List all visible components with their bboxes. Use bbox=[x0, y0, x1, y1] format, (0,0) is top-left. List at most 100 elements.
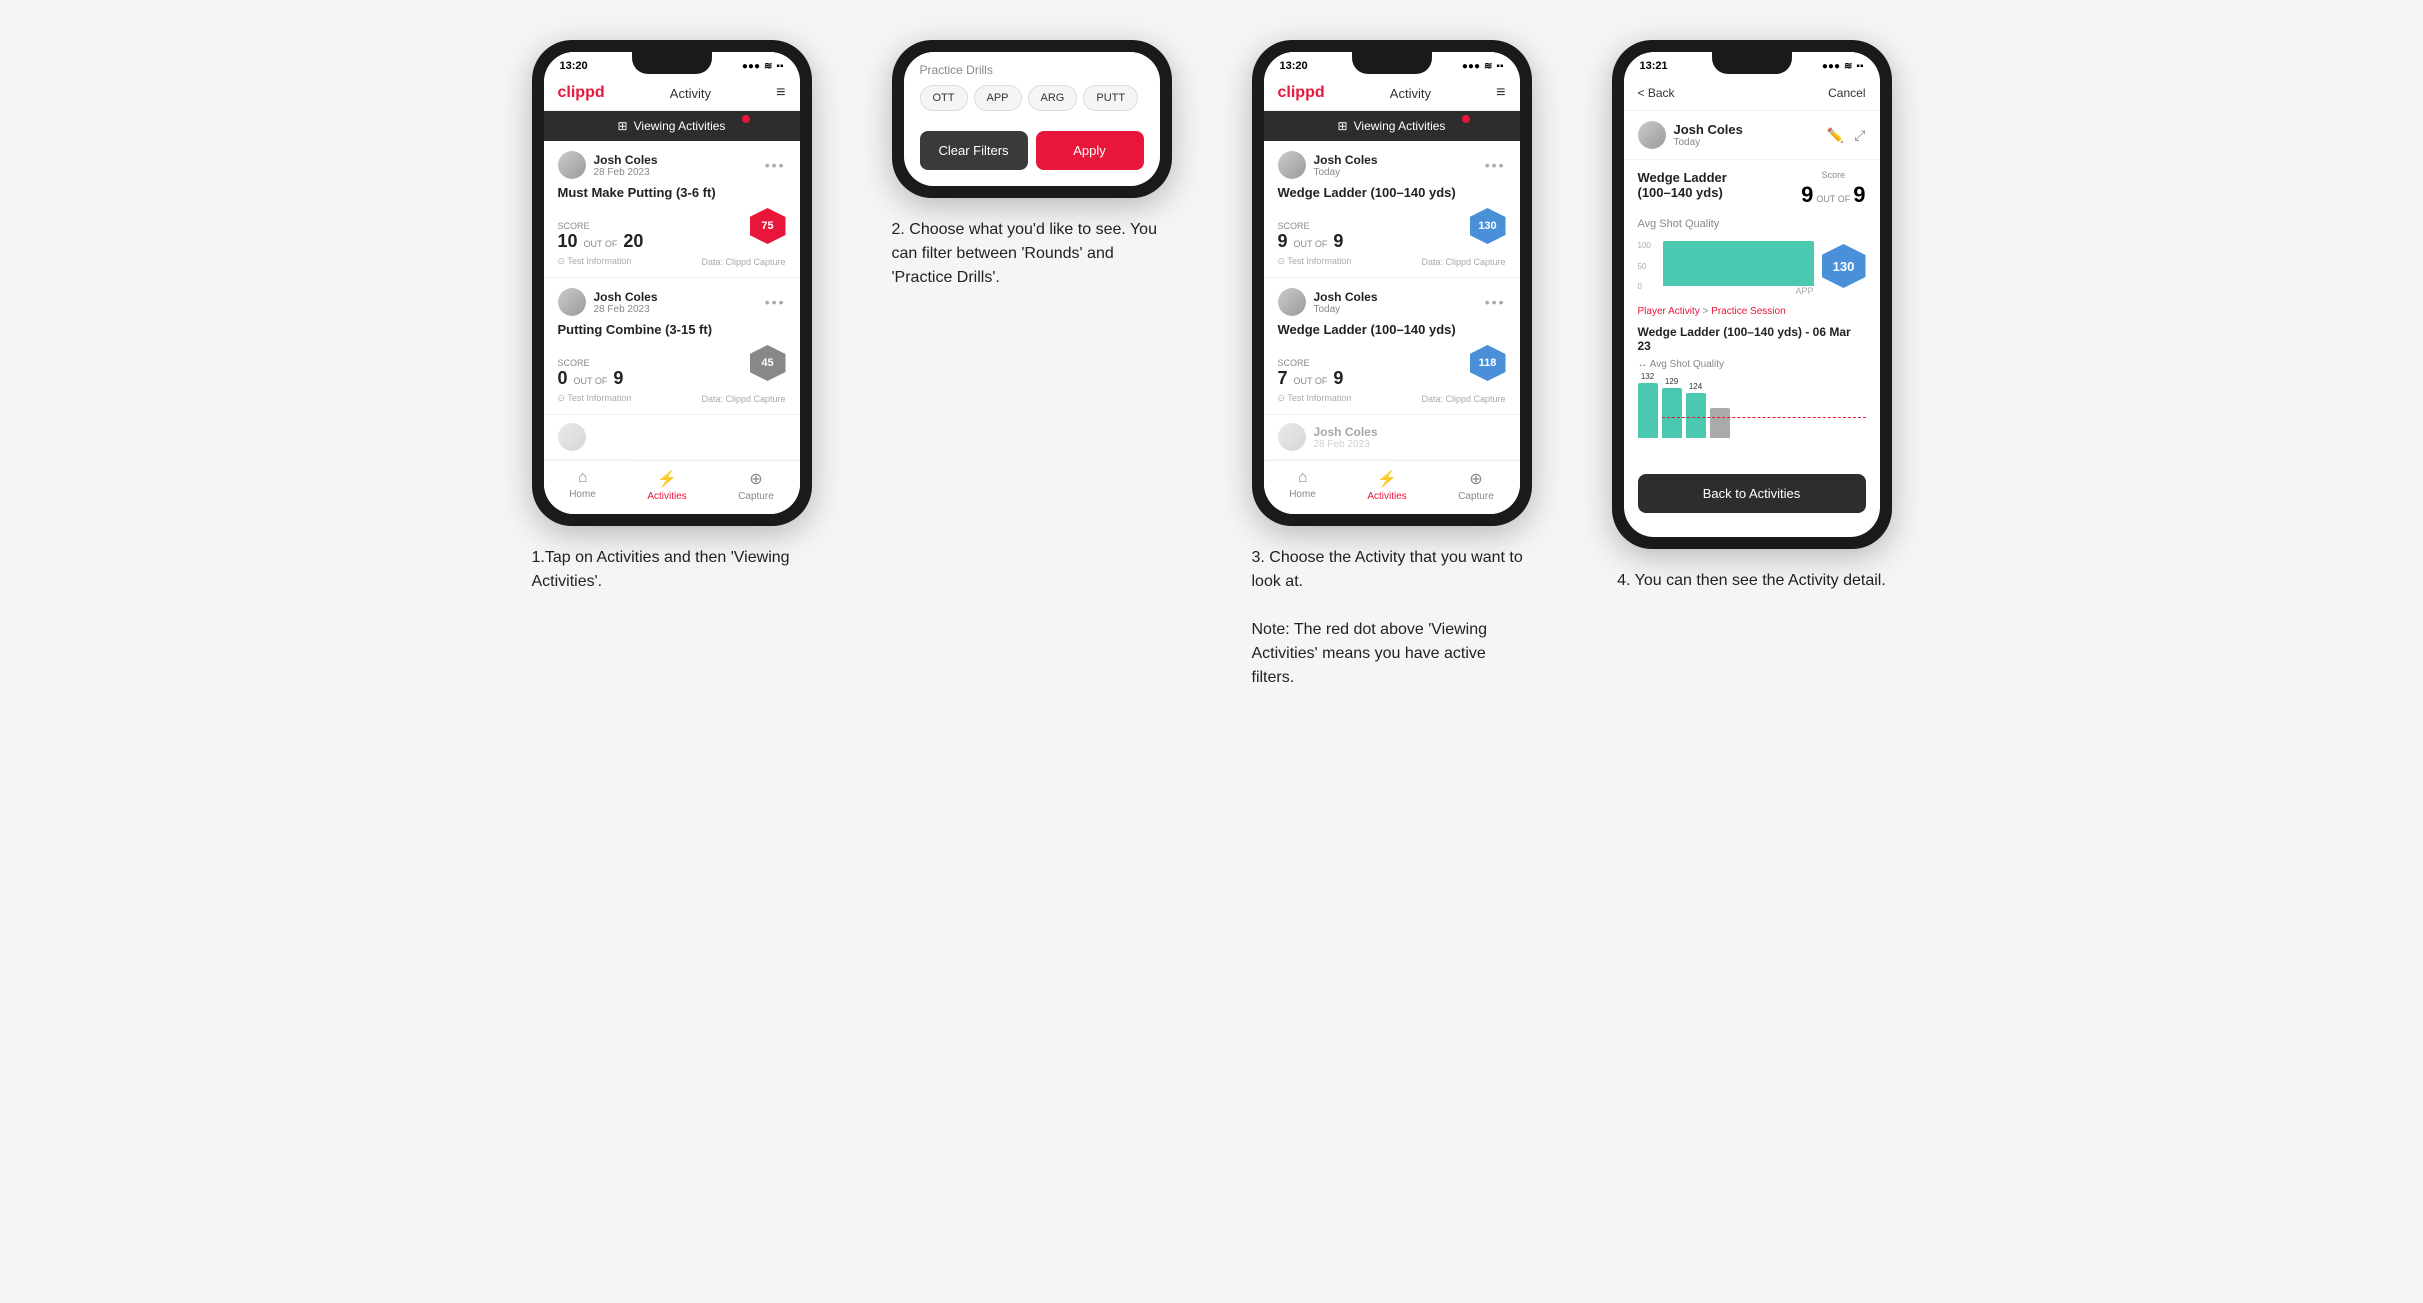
phone-1-inner: 13:20 ●●● ≋ ▪▪ clippd Activity ≡ ⊞ Vie bbox=[544, 52, 800, 514]
time-4: 13:21 bbox=[1640, 60, 1668, 72]
footer-right-1-2: Data: Clippd Capture bbox=[701, 394, 785, 404]
partial-user-row bbox=[558, 423, 786, 451]
avatar-3-1 bbox=[1278, 151, 1306, 179]
time-1: 13:20 bbox=[560, 60, 588, 72]
avatar-1-2 bbox=[558, 288, 586, 316]
nav-capture-1[interactable]: ⊕ Capture bbox=[738, 469, 774, 502]
bar-col-3: 124 bbox=[1686, 382, 1706, 438]
bar-chart-bars: 132 129 124 bbox=[1638, 378, 1866, 438]
player-activity-text: Player Activity bbox=[1638, 306, 1700, 317]
nav-activities-1[interactable]: ⚡ Activities bbox=[647, 469, 686, 502]
footer-left-3-2: ⊙ Test Information bbox=[1278, 393, 1352, 404]
stat-of-1-1: OUT OF bbox=[584, 239, 618, 249]
chip-putt[interactable]: PUTT bbox=[1083, 85, 1138, 111]
caption-3: 3. Choose the Activity that you want to … bbox=[1252, 546, 1532, 690]
activity-title-3-2: Wedge Ladder (100–140 yds) bbox=[1278, 322, 1506, 337]
avg-chart-row: 100 50 0 APP bbox=[1638, 236, 1866, 296]
filter-actions: Clear Filters Apply bbox=[920, 131, 1144, 170]
activity-card-1-2[interactable]: Josh Coles 28 Feb 2023 ••• Putting Combi… bbox=[544, 278, 800, 415]
phone-4-inner: 13:21 ●●● ≋ ▪▪ < Back Cancel bbox=[1624, 52, 1880, 537]
activities-icon-1: ⚡ bbox=[657, 469, 677, 489]
nav-home-3[interactable]: ⌂ Home bbox=[1289, 469, 1316, 502]
cancel-button[interactable]: Cancel bbox=[1828, 86, 1865, 100]
card-footer-1-1: ⊙ Test Information Data: Clippd Capture bbox=[558, 256, 786, 267]
nav-capture-label-1: Capture bbox=[738, 491, 774, 502]
user-row-1-1: Josh Coles 28 Feb 2023 bbox=[558, 151, 658, 179]
score-block-3-2: Score 7 OUT OF 9 bbox=[1278, 358, 1344, 389]
battery-3: ▪▪ bbox=[1496, 61, 1503, 72]
user-info-3-1: Josh Coles Today bbox=[1314, 153, 1378, 178]
user-date-3-2: Today bbox=[1314, 304, 1378, 315]
activity-card-3-2[interactable]: Josh Coles Today ••• Wedge Ladder (100–1… bbox=[1264, 278, 1520, 415]
filter-sheet: Filter ✕ Show Rounds Practice Drills Pra… bbox=[904, 52, 1160, 186]
wifi-icon-1: ≋ bbox=[764, 61, 772, 72]
bar-chart-section: 132 129 124 bbox=[1638, 378, 1866, 448]
viewing-banner-3[interactable]: ⊞ Viewing Activities bbox=[1264, 111, 1520, 141]
user-row-3-2: Josh Coles Today bbox=[1278, 288, 1378, 316]
more-dots-1-2[interactable]: ••• bbox=[765, 294, 786, 310]
detail-score-block: Score 9 OUT OF 9 bbox=[1801, 170, 1865, 208]
chip-app[interactable]: APP bbox=[974, 85, 1022, 111]
step-1-col: 13:20 ●●● ≋ ▪▪ clippd Activity ≡ ⊞ Vie bbox=[512, 40, 832, 690]
activity-card-1-1[interactable]: Josh Coles 28 Feb 2023 ••• Must Make Put… bbox=[544, 141, 800, 278]
app-header-1: clippd Activity ≡ bbox=[544, 76, 800, 111]
card-header-1-2: Josh Coles 28 Feb 2023 ••• bbox=[558, 288, 786, 316]
clear-filters-button[interactable]: Clear Filters bbox=[920, 131, 1028, 170]
hamburger-1[interactable]: ≡ bbox=[776, 84, 785, 102]
session-title: Wedge Ladder (100–140 yds) - 06 Mar 23 bbox=[1638, 325, 1866, 353]
chip-arg[interactable]: ARG bbox=[1028, 85, 1078, 111]
nav-capture-3[interactable]: ⊕ Capture bbox=[1458, 469, 1494, 502]
card-footer-1-2: ⊙ Test Information Data: Clippd Capture bbox=[558, 393, 786, 404]
score-value-1-2: 0 bbox=[558, 368, 568, 389]
home-icon-1: ⌂ bbox=[578, 469, 588, 487]
more-dots-3-2[interactable]: ••• bbox=[1485, 294, 1506, 310]
viewing-banner-1[interactable]: ⊞ Viewing Activities bbox=[544, 111, 800, 141]
phone-4-notch bbox=[1712, 52, 1792, 74]
detail-user-info: Josh Coles Today bbox=[1638, 121, 1743, 149]
nav-activities-label-1: Activities bbox=[647, 491, 686, 502]
apply-filter-button[interactable]: Apply bbox=[1036, 131, 1144, 170]
detail-user-text: Josh Coles Today bbox=[1674, 122, 1743, 148]
back-to-activities-button[interactable]: Back to Activities bbox=[1638, 474, 1866, 513]
viewing-label-3: Viewing Activities bbox=[1354, 119, 1446, 133]
user-name-3-1: Josh Coles bbox=[1314, 153, 1378, 167]
card-footer-3-2: ⊙ Test Information Data: Clippd Capture bbox=[1278, 393, 1506, 404]
stats-row-3-2: Score 7 OUT OF 9 118 bbox=[1278, 345, 1506, 389]
more-dots-3-1[interactable]: ••• bbox=[1485, 157, 1506, 173]
stats-row-1-2: Score 0 OUT OF 9 45 bbox=[558, 345, 786, 389]
shot-quality-hex-3-1: 130 bbox=[1470, 208, 1506, 244]
detail-user-row: Josh Coles Today ✏️ ⤢ bbox=[1624, 111, 1880, 160]
activities-icon-3: ⚡ bbox=[1377, 469, 1397, 489]
user-date-1-2: 28 Feb 2023 bbox=[594, 304, 658, 315]
signal-4: ●●● bbox=[1822, 61, 1840, 72]
red-dot-1 bbox=[742, 115, 750, 123]
partial-avatar-3 bbox=[1278, 423, 1306, 451]
avatar-1-1 bbox=[558, 151, 586, 179]
activity-title-3-1: Wedge Ladder (100–140 yds) bbox=[1278, 185, 1506, 200]
more-dots-1-1[interactable]: ••• bbox=[765, 157, 786, 173]
caption-1: 1.Tap on Activities and then 'Viewing Ac… bbox=[532, 546, 812, 594]
bottom-spacer-4 bbox=[1624, 521, 1880, 537]
bar-val-2: 129 bbox=[1665, 377, 1678, 386]
phone-4: 13:21 ●●● ≋ ▪▪ < Back Cancel bbox=[1612, 40, 1892, 549]
edit-icon[interactable]: ✏️ bbox=[1827, 127, 1844, 144]
battery-icon-1: ▪▪ bbox=[776, 61, 783, 72]
user-name-1-2: Josh Coles bbox=[594, 290, 658, 304]
phone-1: 13:20 ●●● ≋ ▪▪ clippd Activity ≡ ⊞ Vie bbox=[532, 40, 812, 526]
nav-activities-3[interactable]: ⚡ Activities bbox=[1367, 469, 1406, 502]
user-date-3-1: Today bbox=[1314, 167, 1378, 178]
detail-score-value: 9 bbox=[1801, 182, 1813, 208]
hamburger-3[interactable]: ≡ bbox=[1496, 84, 1505, 102]
activity-card-3-1[interactable]: Josh Coles Today ••• Wedge Ladder (100–1… bbox=[1264, 141, 1520, 278]
score-label-1-1: Score bbox=[558, 221, 644, 231]
chip-ott[interactable]: OTT bbox=[920, 85, 968, 111]
practice-session-label: Practice Session bbox=[1711, 306, 1785, 317]
detail-action-icons: ✏️ ⤢ bbox=[1827, 127, 1866, 144]
dashed-line bbox=[1662, 417, 1866, 418]
capture-icon-1: ⊕ bbox=[749, 469, 762, 489]
expand-icon[interactable]: ⤢ bbox=[1854, 127, 1865, 144]
nav-home-1[interactable]: ⌂ Home bbox=[569, 469, 596, 502]
back-button[interactable]: < Back bbox=[1638, 86, 1675, 100]
avatar-3-2 bbox=[1278, 288, 1306, 316]
score-value-3-1: 9 bbox=[1278, 231, 1288, 252]
